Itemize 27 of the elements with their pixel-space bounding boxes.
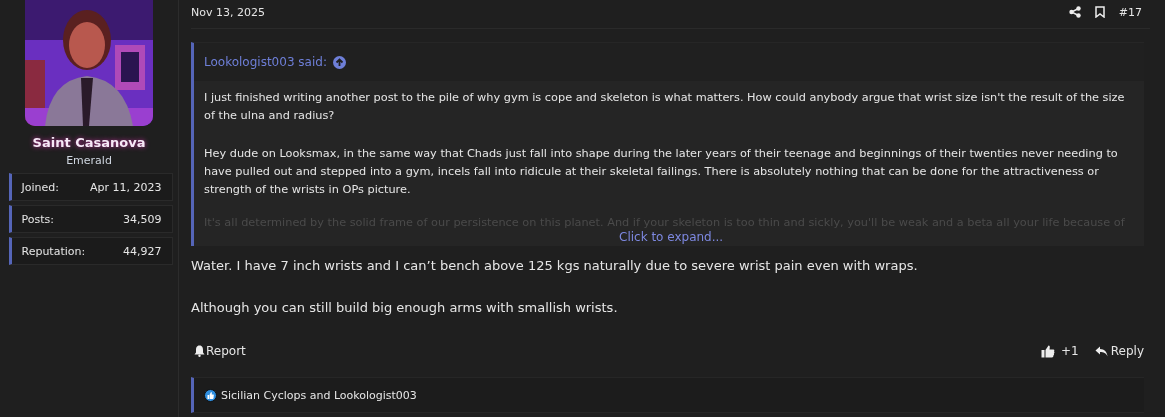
like-badge-icon [204,388,217,402]
user-rank: Emerald [66,154,112,167]
post-paragraph: Although you can still build big enough arms with smallish wrists. [191,299,619,317]
expand-link[interactable]: Click to expand... [619,231,724,244]
stat-label: Reputation: [21,244,86,258]
stat-label: Posts: [21,212,54,226]
quote-author[interactable]: Lookologist003 said: [204,55,327,69]
arrow-up-icon[interactable] [332,55,346,69]
report-link[interactable]: Report [194,344,1042,358]
thumbs-up-icon [1041,344,1056,358]
like-button[interactable]: +1 [1041,344,1079,358]
reply-button[interactable]: Reply [1094,344,1144,358]
quote-paragraph: Hey dude on Looksmax, in the same way that Chads just fall into shape during the later years of their teenage and beginnings of their twenties never needing to have pulled out and stepped into a gym, incels fall into ridicule at their skeletal failings. There is absolutely nothing that can be done for the attractiveness or strength of the wrists in OPs picture. [204,146,1119,198]
stat-label: Joined: [21,180,59,194]
bookmark-icon[interactable] [1094,6,1105,18]
reactions-users[interactable]: Sicilian Cyclops and Lookologist003 [221,388,417,402]
quote-paragraph: I just finished writing another post to the pile of why gym is cope and skeleton is what matters. How could anybody argue that wrist size isn't the result of the size of the ulna and radius? [204,90,1126,124]
post-number[interactable]: #17 [1118,5,1142,19]
reply-arrow-icon [1094,345,1108,357]
stat-value: 44,927 [123,244,162,258]
user-name[interactable]: Saint Casanova [32,135,146,150]
stat-value: Apr 11, 2023 [90,180,162,194]
bell-icon [194,345,205,357]
post-paragraph: Water. I have 7 inch wrists and I can’t bench above 125 kgs naturally due to severe wrist pain even with wraps. [191,257,919,275]
stat-value: 34,509 [123,212,162,226]
post-date[interactable]: Nov 13, 2025 [191,5,1069,19]
share-icon[interactable] [1068,6,1081,18]
